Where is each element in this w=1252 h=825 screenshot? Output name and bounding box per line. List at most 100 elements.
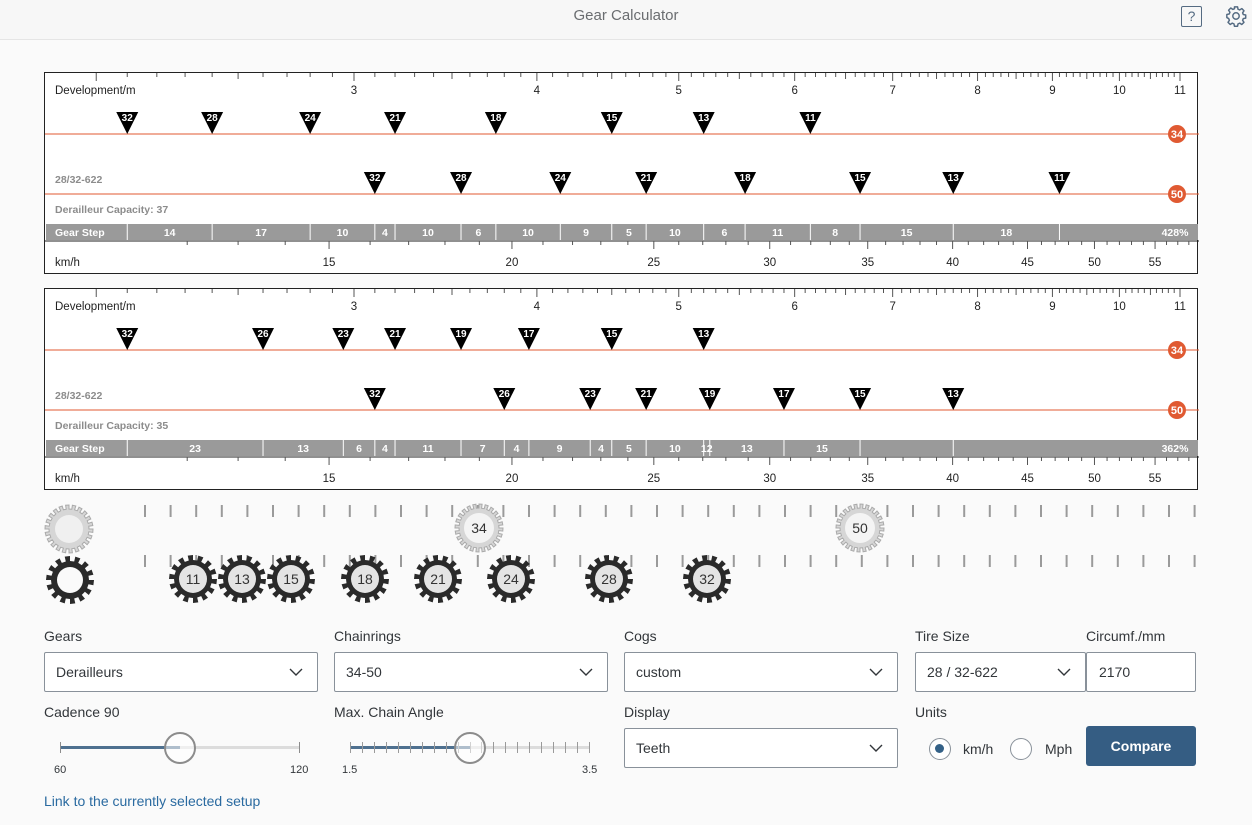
slider-tick — [445, 742, 447, 753]
gear-step-label: Gear Step — [55, 227, 105, 239]
gear-marker-label: 23 — [585, 389, 597, 400]
gear-step-value: 6 — [356, 443, 362, 455]
gear-marker-label: 28 — [207, 113, 219, 124]
gear-step-value: 18 — [1001, 227, 1013, 239]
gears-select[interactable]: Derailleurs — [44, 652, 318, 692]
cogs-select[interactable]: custom — [624, 652, 898, 692]
chevron-down-icon — [869, 744, 883, 752]
gear-step-value: 12 — [701, 443, 713, 455]
slider-tick — [541, 742, 543, 753]
circumference-input[interactable] — [1086, 652, 1196, 692]
gear-step-value: 4 — [382, 227, 388, 239]
gear-marker-label: 13 — [698, 113, 710, 124]
gear-marker-label: 23 — [338, 329, 350, 340]
tire-label: 28/32-622 — [55, 174, 102, 186]
development-tick-label: 11 — [1174, 301, 1186, 313]
gear-marker-label: 15 — [606, 113, 618, 124]
development-tick-label: 6 — [791, 301, 797, 313]
speed-tick-label: 35 — [861, 257, 874, 269]
speed-tick-label: 50 — [1088, 257, 1101, 269]
gear-marker-label: 13 — [698, 329, 710, 340]
units-mph-radio[interactable] — [1010, 738, 1032, 760]
gear-marker-label: 15 — [606, 329, 618, 340]
reference-chainring-hub — [55, 515, 83, 543]
gear-step-value: 15 — [816, 443, 828, 455]
chevron-down-icon — [1057, 668, 1071, 676]
setup-link[interactable]: Link to the currently selected setup — [44, 793, 260, 809]
development-axis-label: Development/m — [55, 85, 136, 97]
speed-tick-label: 25 — [647, 257, 660, 269]
chevron-down-icon — [579, 668, 593, 676]
development-tick-label: 10 — [1113, 301, 1126, 313]
gear-marker-label: 11 — [1054, 173, 1065, 184]
units-mph-label[interactable]: Mph — [1045, 741, 1072, 757]
gear-step-value: 15 — [901, 227, 913, 239]
chainring-sprocket-label: 50 — [852, 520, 868, 536]
slider-tick — [385, 742, 387, 753]
gear-step-value: 9 — [583, 227, 589, 239]
tire-label: 28/32-622 — [55, 390, 102, 402]
gear-marker-label: 19 — [455, 329, 467, 340]
gear-step-value: 6 — [476, 227, 482, 239]
units-kmh-label[interactable]: km/h — [963, 741, 993, 757]
development-tick-label: 7 — [889, 85, 895, 97]
display-select[interactable]: Teeth — [624, 728, 898, 768]
tire-size-select[interactable]: 28 / 32-622 — [915, 652, 1086, 692]
chain-angle-min-label: 1.5 — [342, 764, 358, 776]
units-kmh-radio[interactable] — [929, 738, 951, 760]
chainrings-select-value: 34-50 — [346, 664, 382, 680]
development-tick-label: 5 — [676, 301, 682, 313]
gear-marker-label: 21 — [389, 329, 401, 340]
gear-marker-label: 13 — [948, 389, 960, 400]
cogs-select-value: custom — [636, 664, 682, 680]
development-tick-label: 10 — [1113, 85, 1126, 97]
gear-step-value: 23 — [189, 443, 201, 455]
gear-marker-label: 26 — [499, 389, 511, 400]
slider-tick — [397, 742, 399, 753]
cadence-slider[interactable] — [60, 732, 300, 764]
gear-marker-label: 19 — [704, 389, 716, 400]
gear-step-value: 13 — [741, 443, 753, 455]
gear-step-value: 428% — [1162, 227, 1190, 239]
cog-sprocket-label: 11 — [186, 571, 201, 587]
development-tick-label: 11 — [1174, 85, 1186, 97]
chainring-badge-label: 50 — [1171, 189, 1183, 201]
speed-axis-label: km/h — [55, 257, 80, 269]
chainring-badge-label: 34 — [1171, 345, 1184, 357]
help-icon[interactable]: ? — [1181, 6, 1202, 27]
chain-angle-label: Max. Chain Angle — [334, 704, 444, 720]
cadence-label: Cadence 90 — [44, 704, 120, 720]
gear-step-value: 7 — [480, 443, 486, 455]
slider-tick — [60, 742, 61, 753]
gear-step-label: Gear Step — [55, 443, 105, 455]
cadence-slider-fill — [60, 746, 180, 749]
cog-sprocket-label: 18 — [357, 571, 373, 587]
chain-angle-slider[interactable] — [350, 732, 590, 764]
gear-step-bar — [46, 224, 1198, 240]
slider-tick — [409, 742, 411, 753]
speed-tick-label: 40 — [946, 257, 959, 269]
gear-marker-label: 18 — [490, 113, 502, 124]
chevron-down-icon — [869, 668, 883, 676]
gear-marker-label: 24 — [555, 173, 567, 184]
gear-chart-panel-2: Development/m 3 4 5 6 7 8 9 10 11 34 32 26 23 21 19 17 15… — [44, 288, 1199, 490]
settings-gear-icon[interactable] — [1225, 5, 1247, 27]
gear-step-value: 4 — [382, 443, 388, 455]
gear-marker-label: 21 — [641, 173, 653, 184]
slider-tick — [505, 742, 507, 753]
cadence-slider-handle[interactable] — [164, 732, 196, 764]
chain-angle-slider-handle[interactable] — [454, 732, 486, 764]
gear-step-value: 8 — [832, 227, 838, 239]
speed-tick-label: 30 — [763, 473, 776, 485]
gear-marker-label: 17 — [778, 389, 790, 400]
gear-marker-label: 15 — [854, 389, 866, 400]
gear-marker-label: 32 — [369, 389, 381, 400]
development-tick-label: 8 — [974, 301, 980, 313]
chainrings-select[interactable]: 34-50 — [334, 652, 608, 692]
gear-step-value: 14 — [164, 227, 176, 239]
speed-tick-label: 55 — [1149, 473, 1162, 485]
development-tick-label: 8 — [974, 85, 980, 97]
tire-size-label: Tire Size — [915, 628, 970, 644]
compare-button[interactable]: Compare — [1086, 726, 1196, 766]
speed-tick-label: 40 — [946, 473, 959, 485]
